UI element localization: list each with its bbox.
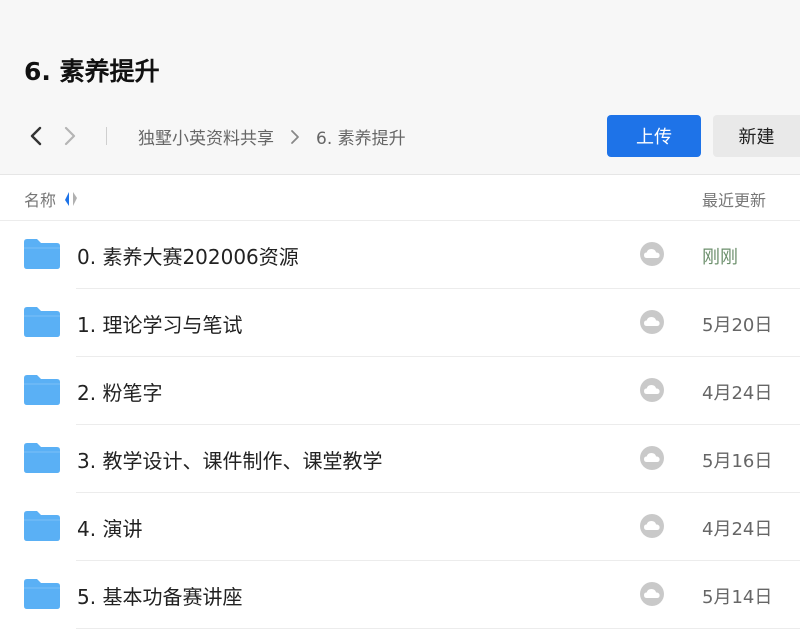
folder-icon — [24, 307, 60, 337]
cloud-sync-icon — [640, 446, 664, 470]
file-list: 0. 素养大赛202006资源 刚刚 1. 理论学习与笔试 5月20日 2. 粉… — [0, 221, 800, 629]
nav-divider — [106, 127, 107, 145]
item-name: 2. 粉笔字 — [77, 381, 163, 405]
item-updated: 5月16日 — [702, 451, 773, 472]
item-name: 4. 演讲 — [77, 517, 143, 541]
cloud-sync-icon — [640, 310, 664, 334]
name-column-header[interactable]: 名称 — [24, 187, 78, 211]
folder-icon — [24, 579, 60, 609]
item-updated: 5月14日 — [702, 587, 773, 608]
cloud-sync-icon — [640, 582, 664, 606]
list-item[interactable]: 0. 素养大赛202006资源 刚刚 — [0, 221, 800, 289]
folder-icon — [24, 443, 60, 473]
list-item[interactable]: 5. 基本功备赛讲座 5月14日 — [0, 561, 800, 629]
page-title: 6. 素养提升 — [24, 57, 160, 86]
back-button[interactable] — [24, 122, 48, 150]
updated-column-header[interactable]: 最近更新 — [702, 187, 766, 211]
cloud-sync-icon — [640, 514, 664, 538]
item-name: 1. 理论学习与笔试 — [77, 313, 243, 337]
item-name: 5. 基本功备赛讲座 — [77, 585, 243, 609]
chevron-right-icon — [290, 129, 300, 145]
folder-icon — [24, 511, 60, 541]
cloud-sync-icon — [640, 242, 664, 266]
item-updated: 4月24日 — [702, 383, 773, 404]
column-header: 名称 最近更新 — [0, 176, 800, 221]
chevron-right-icon — [64, 126, 76, 146]
item-updated: 4月24日 — [702, 519, 773, 540]
folder-icon — [24, 375, 60, 405]
cloud-sync-icon — [640, 378, 664, 402]
page-header: 6. 素养提升 独墅小英资料共享 6. 素养提升 上传 新建 — [0, 0, 800, 175]
name-column-label: 名称 — [24, 191, 57, 210]
list-item[interactable]: 1. 理论学习与笔试 5月20日 — [0, 289, 800, 357]
item-updated: 5月20日 — [702, 315, 773, 336]
breadcrumb: 独墅小英资料共享 6. 素养提升 — [138, 124, 406, 149]
list-item[interactable]: 3. 教学设计、课件制作、课堂教学 5月16日 — [0, 425, 800, 493]
folder-icon — [24, 239, 60, 269]
new-button[interactable]: 新建 — [713, 115, 800, 157]
sort-icon[interactable] — [64, 191, 78, 207]
breadcrumb-item-root[interactable]: 独墅小英资料共享 — [138, 124, 274, 149]
item-name: 3. 教学设计、课件制作、课堂教学 — [77, 449, 383, 473]
breadcrumb-item-current: 6. 素养提升 — [316, 129, 406, 149]
upload-button[interactable]: 上传 — [607, 115, 701, 157]
item-updated: 刚刚 — [702, 247, 738, 268]
chevron-left-icon — [30, 126, 42, 146]
list-item[interactable]: 4. 演讲 4月24日 — [0, 493, 800, 561]
item-name: 0. 素养大赛202006资源 — [77, 245, 299, 269]
list-item[interactable]: 2. 粉笔字 4月24日 — [0, 357, 800, 425]
forward-button[interactable] — [58, 122, 82, 150]
